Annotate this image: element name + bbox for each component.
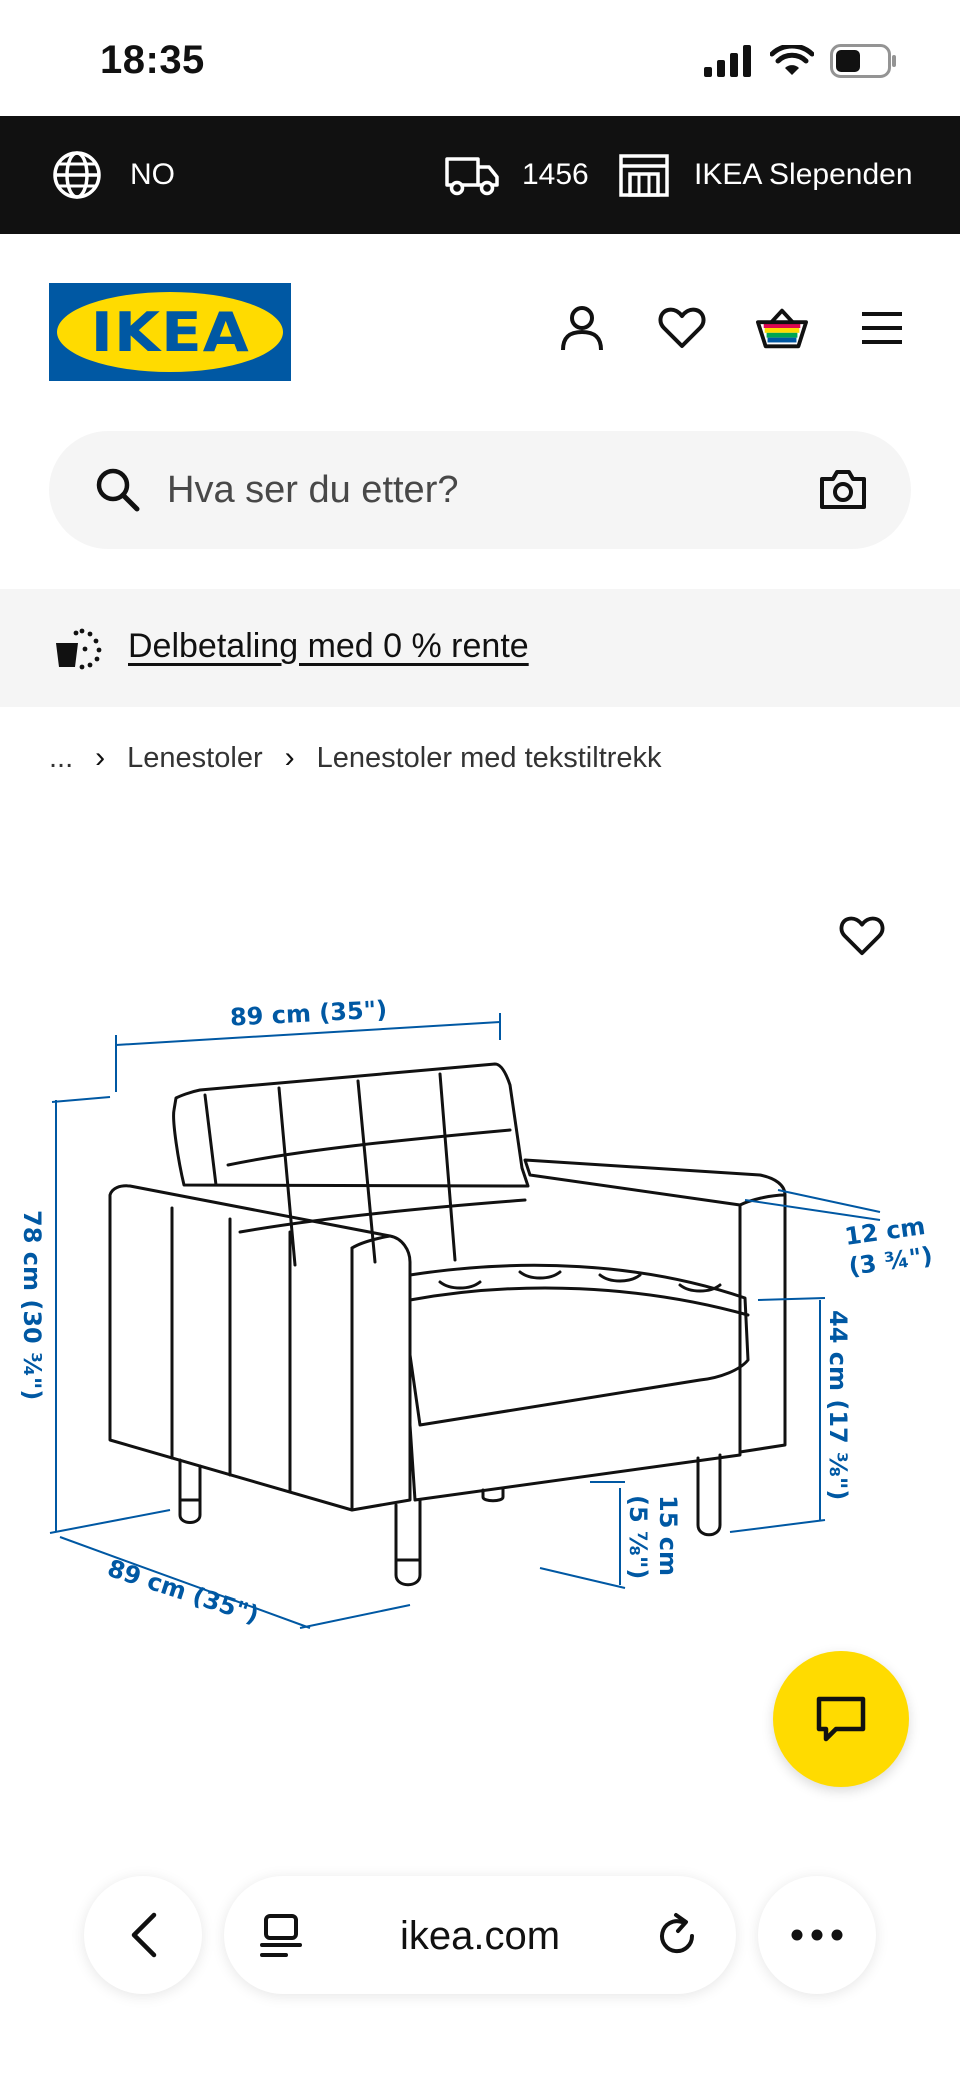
menu-button[interactable] [856, 302, 908, 354]
browser-toolbar: ikea.com [0, 1840, 960, 2078]
chevron-right-icon: › [95, 741, 106, 774]
globe-icon [53, 151, 101, 199]
top-info-bar: NO 1456 IKEA Slependen [0, 116, 960, 234]
dimension-width-label: 89 cm (35") [229, 995, 387, 1031]
breadcrumb-item-tekstiltrekk[interactable]: Lenestoler med tekstiltrekk [317, 742, 662, 775]
dimension-height-label: 78 cm (30 ¾") [18, 1210, 46, 1400]
cellular-signal-icon [704, 45, 751, 77]
postal-code-selector[interactable]: 1456 [444, 116, 589, 234]
promo-banner: Delbetaling med 0 % rente [0, 589, 960, 707]
status-time: 18:35 [100, 38, 205, 82]
postal-code-label: 1456 [522, 158, 589, 191]
search-input[interactable]: Hva ser du etter? [167, 469, 458, 512]
chat-button[interactable] [773, 1651, 909, 1787]
delivery-truck-icon [445, 157, 499, 196]
back-button[interactable] [84, 1876, 202, 1994]
heart-icon [839, 916, 885, 956]
product-favorite-button[interactable] [836, 910, 888, 962]
basket-button[interactable] [756, 302, 808, 354]
battery-icon [830, 44, 896, 78]
more-button[interactable] [758, 1876, 876, 1994]
site-header: IKEA [0, 234, 960, 414]
dimension-leg-in-label: (5 ⅞") [624, 1495, 652, 1579]
product-dimension-image[interactable]: 89 cm (35") 78 cm (30 ¾") 89 cm (35") 12… [0, 800, 960, 1700]
breadcrumb-ellipsis[interactable]: ... [49, 742, 73, 775]
address-bar[interactable]: ikea.com [224, 1876, 736, 1994]
favorites-button[interactable] [656, 302, 708, 354]
dimension-seat-label: 44 cm (17 ⅜") [824, 1310, 852, 1500]
search-icon [96, 468, 140, 512]
store-selector[interactable]: IKEA Slependen [618, 116, 913, 234]
menu-icon [862, 312, 902, 344]
status-bar: 18:35 [0, 0, 960, 116]
installment-payment-icon [56, 628, 102, 670]
ikea-logo[interactable]: IKEA [49, 283, 291, 381]
shopping-basket-icon [756, 308, 808, 349]
chat-bubble-icon [816, 1696, 866, 1742]
language-label: NO [130, 158, 175, 191]
more-dots-icon [791, 1929, 843, 1941]
armchair-drawing [108, 1062, 787, 1587]
reload-icon[interactable] [656, 1912, 700, 1958]
dimension-depth-label: 89 cm (35") [104, 1554, 262, 1629]
account-icon [561, 306, 603, 351]
chevron-right-icon: › [284, 741, 295, 774]
language-selector[interactable]: NO [52, 116, 175, 234]
store-icon [619, 154, 669, 197]
account-button[interactable] [556, 302, 608, 354]
status-icons [704, 44, 898, 78]
dimension-leg-cm-label: 15 cm [654, 1495, 682, 1576]
header-actions [556, 302, 908, 354]
installment-link[interactable]: Delbetaling med 0 % rente [128, 627, 529, 666]
logo-text: IKEA [90, 300, 250, 364]
search-bar[interactable]: Hva ser du etter? [49, 431, 911, 549]
breadcrumb: ... › Lenestoler › Lenestoler med teksti… [49, 738, 662, 778]
chevron-left-icon [131, 1912, 157, 1958]
dimension-labels: 89 cm (35") 78 cm (30 ¾") 89 cm (35") 12… [18, 995, 934, 1629]
favorites-heart-icon [658, 307, 706, 348]
logo-oval: IKEA [57, 292, 283, 372]
camera-icon[interactable] [819, 467, 867, 511]
wifi-icon [770, 45, 814, 75]
breadcrumb-item-lenestoler[interactable]: Lenestoler [127, 742, 262, 775]
store-label: IKEA Slependen [694, 158, 913, 191]
